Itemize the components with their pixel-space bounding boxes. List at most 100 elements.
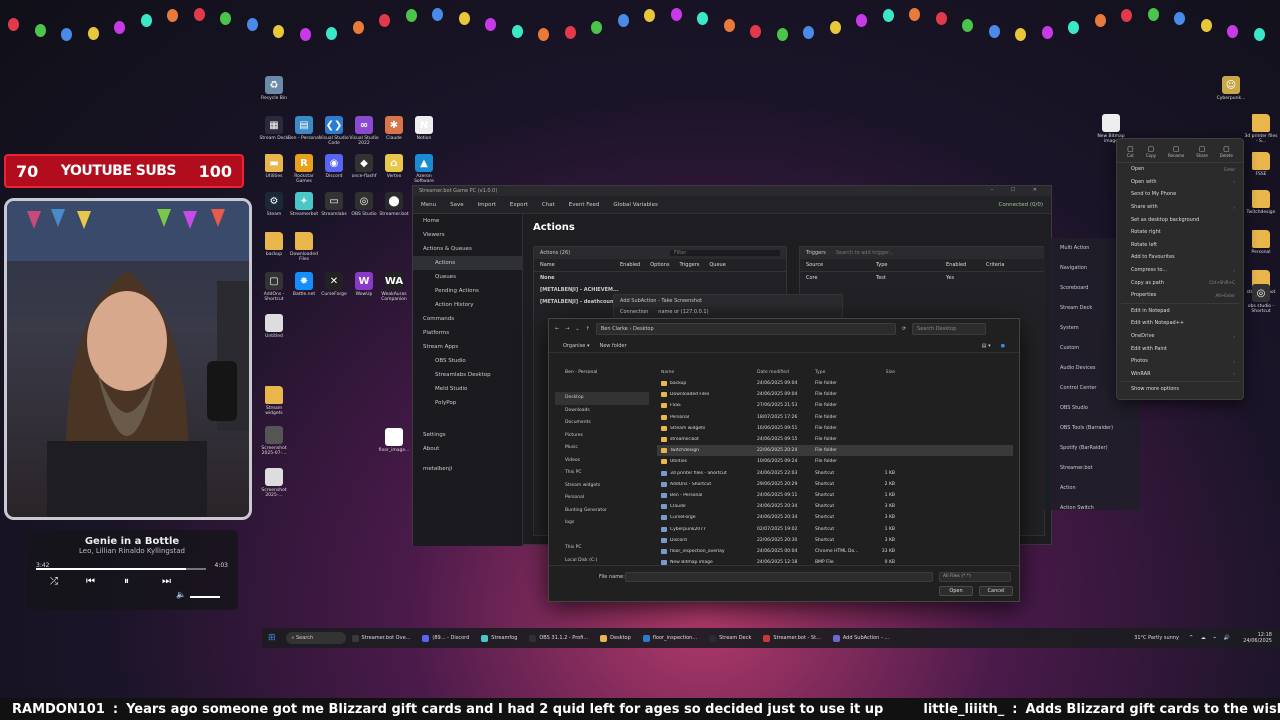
dock-item[interactable]: Streamer.bot [1044,458,1140,478]
actions-filter-input[interactable]: Filter [670,250,780,256]
desktop-icon[interactable]: ◉ Discord [317,154,351,179]
cancel-button[interactable]: Cancel [979,586,1013,596]
table-row[interactable]: Personal 18/07/2025 17:26 File folder [657,412,1013,423]
desktop-icon[interactable]: ▬ Utilities [257,154,291,179]
chevron-down-icon[interactable]: ⌄ [575,326,579,332]
menu-item-rotate-left[interactable]: Rotate left [1117,239,1243,252]
col-criteria[interactable]: Criteria [986,262,1004,268]
menu-item-open[interactable]: Open Enter [1117,163,1243,176]
col-source[interactable]: Source [806,262,866,268]
desktop-icon[interactable]: 3d printer files - S... [1244,114,1278,144]
col-size[interactable]: Size [865,370,895,375]
table-row[interactable]: floor_inspection_overlay 24/06/2025 00:04… [657,546,1013,557]
menu-item-properties[interactable]: Properties Alt+Enter [1117,289,1243,302]
copy-action[interactable]: ▢ Copy [1146,145,1156,158]
sidebar-item-meld[interactable]: Meld Studio [413,382,522,396]
table-row[interactable]: Ben - Personal 24/06/2025 09:11 Shortcut 1 … [657,490,1013,501]
desktop-icon[interactable]: ▢ AddOns - Shortcut [257,272,291,302]
desktop-icon[interactable]: W WowUp [347,272,381,297]
desktop-icon[interactable]: Twitchdesign [1244,190,1278,215]
menu-item-rotate-right[interactable]: Rotate right [1117,226,1243,239]
toolbar-global-variables[interactable]: Global Variables [613,202,657,208]
desktop-icon[interactable]: ▦ Stream Deck [257,116,291,141]
weather-widget[interactable]: 31°C Partly sunny [1134,635,1179,641]
window-titlebar[interactable]: Streamer.bot Game PC (v1.0.0) – ☐ ✕ [413,186,1051,196]
table-row[interactable]: CurseForge 24/06/2025 20:34 Shortcut 3 KB [657,512,1013,523]
taskbar-search[interactable]: ⌕ Search [285,632,346,644]
table-row[interactable]: backup 24/06/2025 09:04 File folder [657,378,1013,389]
sidebar-item-streamlabs[interactable]: Streamlabs Desktop [413,368,522,382]
menu-item-edit-in-notepad[interactable]: Edit in Notepad [1117,305,1243,318]
table-row[interactable]: Downloaded Files 24/06/2025 09:04 File fol… [657,389,1013,400]
group-none[interactable]: None [534,272,786,284]
desktop-icon[interactable]: ⚙ Steam [257,192,291,217]
connection-status[interactable]: Connected (0/0) [998,202,1043,208]
pause-icon[interactable]: ⏸ [124,576,129,587]
dock-item[interactable]: OBS Studio [1044,398,1140,418]
desktop-icon[interactable]: backup [257,232,291,257]
sidebar-item-polypop[interactable]: PolyPop [413,396,522,410]
tree-item[interactable]: Documents [555,417,649,430]
desktop-icon[interactable]: ♻ Recycle Bin [257,76,291,101]
desktop-icon[interactable]: Screenshot 2025-07-... [257,426,291,456]
menu-item-edit-with-paint[interactable]: Edit with Paint [1117,342,1243,355]
sidebar-item-settings[interactable]: Settings [413,428,522,442]
up-icon[interactable]: ↑ [586,326,590,332]
tree-item[interactable]: Bunting Generator [555,505,649,518]
sidebar-item-home[interactable]: Home [413,214,522,228]
menu-item-onedrive[interactable]: OneDrive › [1117,330,1243,343]
desktop-icon[interactable]: ⌂ Vertex [377,154,411,179]
desktop-icon[interactable]: ☺ Cyberpunk... [1214,76,1248,101]
menu-item-add-to-favourites[interactable]: Add to Favourites [1117,251,1243,264]
desktop-icon[interactable]: Downloaded Files [287,232,321,262]
desktop-icon[interactable]: ◆ once-flashf [347,154,381,179]
sidebar-item-stream-apps[interactable]: Stream Apps [413,340,522,354]
shuffle-icon[interactable]: ⤮ [50,576,58,587]
sidebar-item-about[interactable]: About [413,442,522,456]
sidebar-item-actions[interactable]: Actions [413,256,522,270]
desktop-icon[interactable]: Screenshot 2025-... [257,468,291,498]
tree-item[interactable]: Downloads [555,405,649,418]
table-row[interactable]: Twitchdesign 22/06/2025 20:24 File folder [657,445,1013,457]
tree-item[interactable]: Videos [555,455,649,468]
sidebar-item-pending-actions[interactable]: Pending Actions [413,284,522,298]
sidebar-item-platforms[interactable]: Platforms [413,326,522,340]
tree-item[interactable]: This PC [555,467,649,480]
toolbar-import[interactable]: Import [478,202,496,208]
menu-item-set-as-desktop-background[interactable]: Set as desktop background [1117,213,1243,226]
window-controls-icon[interactable]: – ☐ ✕ [991,187,1045,193]
previous-track-icon[interactable]: ⏮ [86,576,95,587]
sidebar-item-commands[interactable]: Commands [413,312,522,326]
taskbar-app[interactable]: Desktop [600,634,631,642]
menu-item-open-with[interactable]: Open with › [1117,176,1243,189]
tree-item[interactable]: Desktop [555,392,649,405]
col-triggers[interactable]: Triggers [680,262,700,268]
col-date-modified[interactable]: Date modified [757,370,815,375]
desktop-icon[interactable]: Stream widgets [257,386,291,416]
start-icon[interactable]: ⊞ [268,633,276,643]
desktop-icon[interactable]: ✕ CurseForge [317,272,351,297]
table-row[interactable]: Stream widgets 16/06/2025 09:51 File folde… [657,423,1013,434]
desktop-icon[interactable]: ✦ Streamerbot [287,192,321,217]
table-row[interactable]: Utilities 10/06/2025 09:24 File folder [657,456,1013,467]
connection-value[interactable]: name or (127.0.0.1) [658,309,708,315]
table-row[interactable]: 3d printer files - Shortcut 24/06/2025 22… [657,468,1013,479]
col-name[interactable]: Name [540,262,610,268]
cut-action[interactable]: ▢ Cut [1127,145,1134,158]
menu-item-show-more-options[interactable]: Show more options [1117,383,1243,396]
taskbar-app[interactable]: Streamfog [481,634,517,642]
desktop-icon[interactable]: Personal [1244,230,1278,255]
tree-item[interactable]: Stream widgets [555,480,649,493]
dialog-search-input[interactable]: Search Desktop [912,323,987,335]
table-row[interactable]: FSSE 27/06/2025 21:53 File folder [657,400,1013,411]
table-row[interactable]: Claude 24/06/2025 20:34 Shortcut 3 KB [657,501,1013,512]
menu-item-photos[interactable]: Photos › [1117,355,1243,368]
desktop-icon[interactable]: ✸ Battle.net [287,272,321,297]
dock-item[interactable]: Action [1044,478,1140,498]
menu-item-copy-as-path[interactable]: Copy as path Ctrl+Shift+C [1117,276,1243,289]
desktop-icon[interactable]: Untitled [257,314,291,339]
organise-button[interactable]: Organise ▾ [563,343,589,349]
desktop-icon[interactable]: ◍ floor_image... [377,428,411,453]
desktop-icon[interactable]: ❮❯ Visual Studio Code [317,116,351,146]
clock-date[interactable]: 24/06/2025 [1243,638,1272,644]
